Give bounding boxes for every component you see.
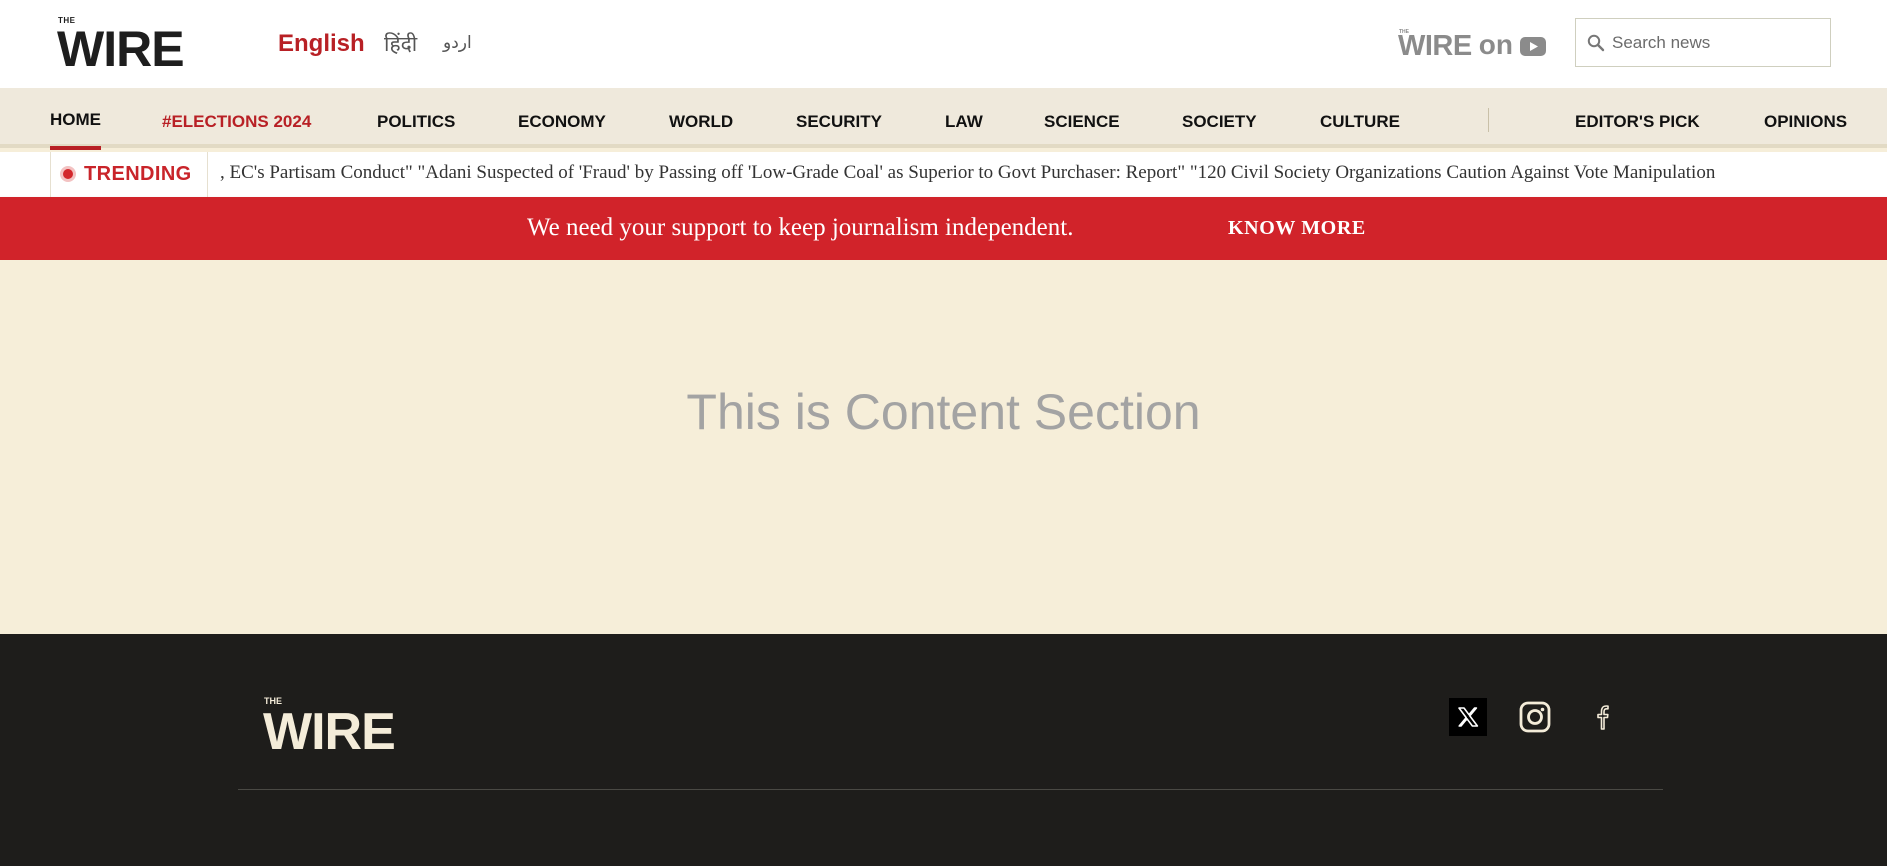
content-section: This is Content Section — [0, 260, 1887, 634]
search-input[interactable] — [1612, 20, 1822, 65]
youtube-promo-logo: THE WIRE — [1398, 26, 1472, 62]
instagram-icon[interactable] — [1516, 698, 1554, 736]
search-box — [1575, 18, 1831, 67]
nav-elections-2024[interactable]: #ELECTIONS 2024 — [162, 112, 311, 132]
site-header: THE WIRE English हिंदी اردو THE WIRE on — [0, 0, 1887, 88]
site-logo[interactable]: THE WIRE — [57, 16, 185, 74]
main-navigation: HOME #ELECTIONS 2024 POLITICS ECONOMY WO… — [0, 88, 1887, 150]
support-message: We need your support to keep journalism … — [527, 214, 1074, 241]
nav-science[interactable]: SCIENCE — [1044, 112, 1120, 132]
trending-label: TRENDING — [84, 163, 192, 185]
nav-editors-pick[interactable]: EDITOR'S PICK — [1575, 112, 1700, 132]
youtube-icon — [1519, 37, 1546, 56]
youtube-promo-wire: WIRE — [1398, 30, 1472, 62]
nav-security[interactable]: SECURITY — [796, 112, 882, 132]
trending-tag: TRENDING — [50, 152, 208, 197]
youtube-promo-on: on — [1478, 29, 1513, 60]
know-more-button[interactable]: KNOW MORE — [1228, 217, 1366, 240]
nav-world[interactable]: WORLD — [669, 112, 733, 132]
language-urdu[interactable]: اردو — [443, 33, 472, 53]
wire-on-youtube-link[interactable]: THE WIRE on — [1398, 26, 1546, 62]
nav-divider — [1488, 108, 1489, 132]
x-icon[interactable] — [1449, 698, 1487, 736]
support-banner: We need your support to keep journalism … — [0, 197, 1887, 260]
language-hindi[interactable]: हिंदी — [384, 30, 417, 58]
nav-culture[interactable]: CULTURE — [1320, 112, 1400, 132]
youtube-promo-the: THE — [1399, 29, 1409, 35]
footer-logo[interactable]: THE WIRE — [263, 696, 423, 761]
live-dot-icon — [60, 166, 76, 182]
language-english[interactable]: English — [278, 30, 365, 58]
nav-opinions[interactable]: OPINIONS — [1764, 112, 1847, 132]
search-icon[interactable] — [1587, 34, 1605, 52]
content-placeholder: This is Content Section — [686, 384, 1201, 440]
nav-home[interactable]: HOME — [50, 110, 101, 150]
nav-society[interactable]: SOCIETY — [1182, 112, 1257, 132]
nav-law[interactable]: LAW — [945, 112, 983, 132]
nav-economy[interactable]: ECONOMY — [518, 112, 606, 132]
nav-politics[interactable]: POLITICS — [377, 112, 455, 132]
logo-wire: WIRE — [57, 21, 185, 77]
facebook-icon[interactable] — [1584, 698, 1622, 736]
site-footer: THE WIRE — [0, 634, 1887, 866]
trending-ticker[interactable]: , EC's Partisam Conduct" "Adani Suspecte… — [220, 162, 1850, 188]
trending-bar: TRENDING , EC's Partisam Conduct" "Adani… — [0, 152, 1887, 197]
footer-logo-wire: WIRE — [263, 703, 396, 761]
footer-divider — [238, 789, 1663, 790]
